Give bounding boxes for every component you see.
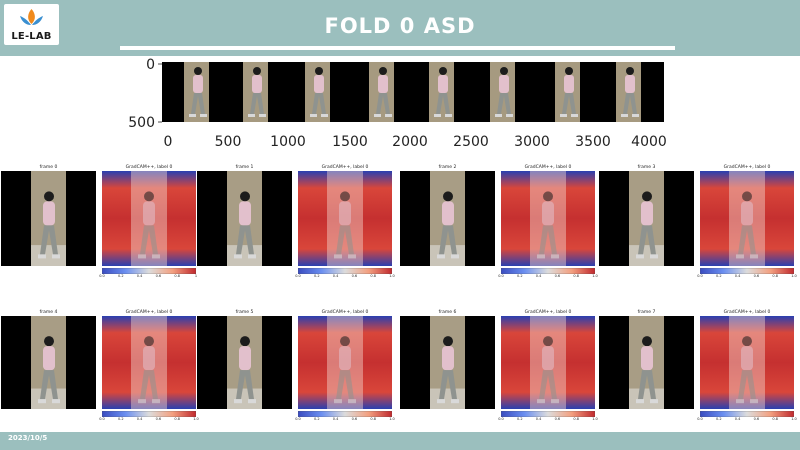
colorbar-tick-label: 1.0 (193, 417, 199, 421)
colorbar-tick-label: 0.2 (716, 274, 722, 278)
colorbar-tick-label: 1.0 (389, 274, 395, 278)
colorbar-tick-label: 0.2 (118, 417, 124, 421)
colorbar-tick-label: 0.8 (370, 274, 376, 278)
gradcam-heatmap (102, 171, 196, 266)
colorbar-tick-label: 0.4 (734, 274, 741, 278)
x-tick-label: 3000 (514, 134, 550, 150)
colorbar-tick-label: 1.0 (791, 274, 797, 278)
colorbar-tick-label: 1.0 (791, 417, 797, 421)
x-tick-label: 1000 (270, 134, 306, 150)
colorbar-tick-label: 0.2 (118, 274, 124, 278)
x-tick-label: 1500 (332, 134, 368, 150)
colorbar-tick-label: 0.0 (295, 417, 301, 421)
gradcam-heatmap (700, 171, 794, 266)
colorbar-tick-label: 0.2 (314, 274, 320, 278)
frame-label: frame 3 (637, 165, 656, 170)
colorbar-tick-label: 0.4 (332, 417, 339, 421)
colorbar-tick-label: 0.4 (332, 274, 339, 278)
frame-image (1, 171, 96, 266)
colorbar-tick-label: 0.0 (295, 274, 301, 278)
colorbar-tick-label: 0.2 (314, 417, 320, 421)
colorbar-tick-label: 0.8 (772, 417, 778, 421)
frame-label: frame 4 (39, 310, 58, 315)
colorbar-tick-label: 0.0 (99, 417, 105, 421)
colorbar-tick-label: 0.0 (697, 274, 703, 278)
x-tick-label: 500 (215, 134, 242, 150)
frame-strip-plot: 0 500 0 500 1000 1500 2000 2500 3000 350… (128, 57, 667, 150)
gradcam-label: GradCAM++, label 0 (125, 310, 173, 315)
colorbar-tick-label: 1.0 (592, 417, 598, 421)
strip-image-area (162, 62, 664, 122)
frame-label: frame 0 (39, 165, 58, 170)
colorbar-tick-label: 0.8 (174, 417, 180, 421)
x-tick-label: 0 (164, 134, 173, 150)
frame-label: frame 5 (235, 310, 254, 315)
x-tick-label: 2500 (453, 134, 489, 150)
colorbar-tick-label: 0.6 (351, 274, 358, 278)
gradcam-label: GradCAM++, label 0 (524, 310, 572, 315)
y-tick-label: 500 (128, 115, 155, 131)
colorbar-tick-label: 0.0 (697, 417, 703, 421)
frame-image (197, 171, 292, 266)
colorbar-tick-label: 0.2 (517, 274, 523, 278)
gradcam-label: GradCAM++, label 0 (524, 165, 572, 170)
colorbar-tick-label: 0.6 (351, 417, 358, 421)
footer-bar: 2023/10/5 (0, 432, 800, 450)
colorbar-tick-label: 0.8 (370, 417, 376, 421)
frame-image (599, 171, 694, 266)
gradcam-heatmap (501, 171, 595, 266)
colorbar-tick-label: 0.0 (498, 417, 504, 421)
colorbar-tick-label: 0.8 (573, 417, 579, 421)
colorbar-tick-label: 0.4 (136, 417, 143, 421)
colorbar-tick-label: 0.8 (573, 274, 579, 278)
colorbar-tick-label: 0.8 (174, 274, 180, 278)
colorbar-tick-label: 1.0 (592, 274, 598, 278)
y-tick-label: 0 (146, 57, 155, 73)
frame-label: frame 2 (438, 165, 457, 170)
gradcam-label: GradCAM++, label 0 (321, 165, 369, 170)
frame-label: frame 7 (637, 310, 656, 315)
frame-label: frame 1 (235, 165, 254, 170)
gradcam-heatmap (298, 171, 392, 266)
colorbar-tick-label: 0.4 (535, 274, 542, 278)
x-tick-label: 4000 (631, 134, 667, 150)
colorbar-tick-label: 0.0 (498, 274, 504, 278)
frame-label: frame 6 (438, 310, 457, 315)
colorbar-tick-label: 0.6 (554, 417, 561, 421)
colorbar-tick-label: 0.2 (517, 417, 523, 421)
frame-image (400, 316, 495, 409)
colorbar-tick-label: 0.8 (772, 274, 778, 278)
gradcam-label: GradCAM++, label 0 (125, 165, 173, 170)
colorbar-tick-label: 1 (194, 274, 198, 278)
gradcam-heatmap (298, 316, 392, 409)
colorbar-tick-label: 0.4 (535, 417, 542, 421)
frame-image (599, 316, 694, 409)
colorbar-tick-label: 0.6 (753, 417, 760, 421)
colorbar-tick-label: 0.4 (136, 274, 143, 278)
colorbar-tick-label: 0.6 (155, 274, 162, 278)
gradcam-label: GradCAM++, label 0 (321, 310, 369, 315)
gradcam-heatmap (700, 316, 794, 409)
gradcam-heatmap (102, 316, 196, 409)
colorbar-tick-label: 0.6 (753, 274, 760, 278)
gradcam-heatmap (501, 316, 595, 409)
gradcam-label: GradCAM++, label 0 (723, 165, 771, 170)
colorbar-tick-label: 0.0 (99, 274, 105, 278)
colorbar-tick-label: 0.6 (554, 274, 561, 278)
colorbar-tick-label: 0.2 (716, 417, 722, 421)
x-tick-label: 3500 (575, 134, 611, 150)
colorbar-tick-label: 0.6 (155, 417, 162, 421)
footer-date: 2023/10/5 (8, 434, 48, 442)
frame-image (400, 171, 495, 266)
colorbar-tick-label: 0.4 (734, 417, 741, 421)
colorbar-tick-label: 1.0 (389, 417, 395, 421)
x-tick-label: 2000 (392, 134, 428, 150)
frame-image (197, 316, 292, 409)
frame-image (1, 316, 96, 409)
gradcam-label: GradCAM++, label 0 (723, 310, 771, 315)
